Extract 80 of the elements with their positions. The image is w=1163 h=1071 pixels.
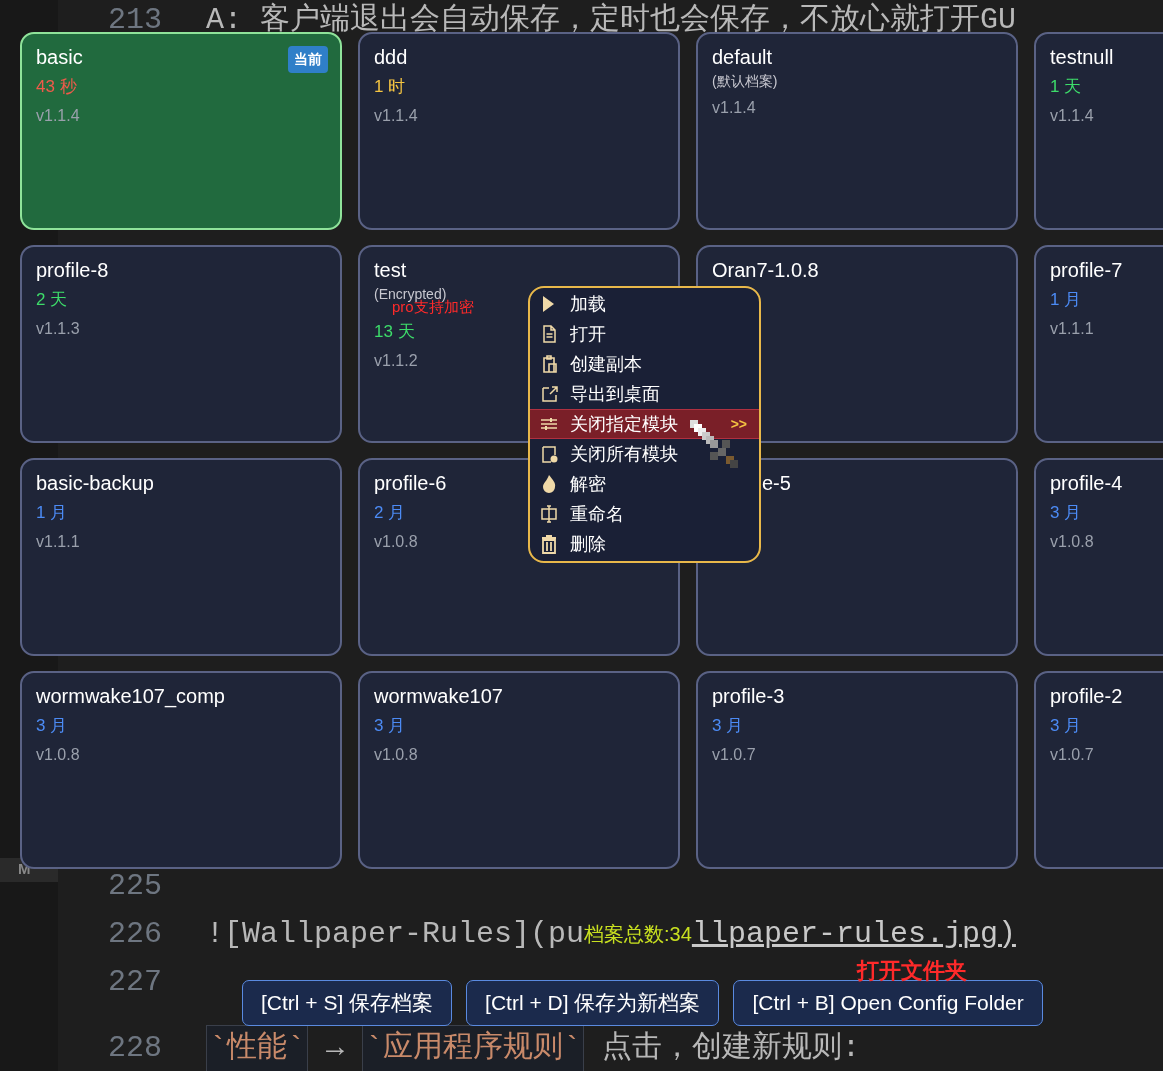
profile-card[interactable]: profile-4 3 月 v1.0.8: [1034, 458, 1163, 656]
profile-version: v1.1.2: [374, 351, 418, 371]
profile-card[interactable]: profile-3 3 月 v1.0.7: [696, 671, 1018, 869]
profile-card[interactable]: profile-7 1 月 v1.1.1: [1034, 245, 1163, 443]
profile-age: 3 月: [1050, 502, 1082, 524]
editor-text: →: [325, 1029, 346, 1067]
rename-icon: [538, 503, 560, 525]
menu-item-label: 关闭指定模块: [570, 412, 678, 436]
editor-text: 点击，创建新规则:: [601, 1029, 861, 1067]
line-number: 225: [108, 867, 163, 905]
menu-item-label: 加载: [570, 292, 606, 316]
profile-age: 1 月: [36, 502, 68, 524]
profile-card[interactable]: basic 当前 43 秒 v1.1.4: [20, 32, 342, 230]
profile-version: v1.0.7: [1050, 745, 1094, 765]
profile-age: 3 月: [374, 715, 406, 737]
profile-age: 2 天: [36, 289, 68, 311]
profile-age: 3 月: [1050, 715, 1082, 737]
editor-text: ![Wallpaper-Rules](pu: [206, 915, 585, 953]
menu-item-label: 重命名: [570, 502, 624, 526]
profile-name: profile-3: [712, 684, 785, 709]
profile-card[interactable]: profile-8 2 天 v1.1.3: [20, 245, 342, 443]
profile-age: 3 月: [36, 715, 68, 737]
profile-version: v1.0.8: [374, 745, 418, 765]
profile-name: profile-6: [374, 471, 447, 496]
profile-card[interactable]: testnull 1 天 v1.1.4: [1034, 32, 1163, 230]
profile-version: v1.1.4: [374, 106, 418, 126]
menu-item-label: 创建副本: [570, 352, 642, 376]
profile-card[interactable]: default (默认档案) v1.1.4: [696, 32, 1018, 230]
profile-name: e-5: [762, 471, 791, 496]
current-badge: 当前: [288, 46, 328, 73]
profile-version: v1.1.3: [36, 319, 80, 339]
menu-item-label: 解密: [570, 472, 606, 496]
profile-age: 13 天: [374, 321, 415, 343]
menu-item[interactable]: 关闭指定模块 >>: [530, 409, 759, 439]
profile-name: basic-backup: [36, 471, 154, 496]
profile-name: wormwake107_comp: [36, 684, 225, 709]
profile-name: basic: [36, 45, 83, 70]
profile-version: v1.0.8: [1050, 532, 1094, 552]
profile-name: profile-7: [1050, 258, 1123, 283]
profile-version: v1.1.1: [36, 532, 80, 552]
profile-note: (默认档案): [712, 72, 778, 90]
profile-version: v1.0.8: [374, 532, 418, 552]
profile-age: 1 时: [374, 76, 406, 98]
submenu-marker: >>: [730, 414, 747, 434]
profile-name: ddd: [374, 45, 408, 70]
profile-name: profile-4: [1050, 471, 1123, 496]
profile-name: profile-8: [36, 258, 109, 283]
profile-name: default: [712, 45, 773, 70]
menu-item-label: 打开: [570, 322, 606, 346]
inline-code: `应用程序规则`: [362, 1024, 585, 1071]
profile-version: v1.1.4: [1050, 106, 1094, 126]
inline-code: `性能`: [206, 1024, 308, 1071]
profile-age: 43 秒: [36, 76, 77, 98]
profile-name: test: [374, 258, 407, 283]
action-button[interactable]: [Ctrl + D] 保存为新档案: [466, 980, 720, 1026]
profile-version: v1.1.1: [1050, 319, 1094, 339]
profile-card[interactable]: profile-2 3 月 v1.0.7: [1034, 671, 1163, 869]
profile-age: 1 月: [1050, 289, 1082, 311]
action-button[interactable]: [Ctrl + S] 保存档案: [242, 980, 453, 1026]
profile-card[interactable]: ddd 1 时 v1.1.4: [358, 32, 680, 230]
editor-text: llpaper-rules.jpg): [691, 915, 1016, 953]
profile-version: v1.0.7: [712, 745, 756, 765]
profile-version: v1.1.4: [712, 98, 756, 118]
line-number: 228: [108, 1029, 163, 1067]
profile-age: 2 月: [374, 502, 406, 524]
profile-name: Oran7-1.0.8: [712, 258, 819, 283]
profile-card[interactable]: basic-backup 1 月 v1.1.1: [20, 458, 342, 656]
line-number: 226: [108, 915, 163, 953]
menu-item-label: 导出到桌面: [570, 382, 660, 406]
profile-name: profile-2: [1050, 684, 1123, 709]
profile-card[interactable]: wormwake107 3 月 v1.0.8: [358, 671, 680, 869]
profile-version: v1.0.8: [36, 745, 80, 765]
profile-age: 1 天: [1050, 76, 1082, 98]
profile-name: testnull: [1050, 45, 1114, 70]
profile-age: 3 月: [712, 715, 744, 737]
profile-version: v1.1.4: [36, 106, 80, 126]
line-number: 227: [108, 963, 163, 1001]
profile-count-label: 档案总数:34: [584, 923, 692, 945]
menu-item-label: 删除: [570, 532, 606, 556]
profile-name: wormwake107: [374, 684, 503, 709]
